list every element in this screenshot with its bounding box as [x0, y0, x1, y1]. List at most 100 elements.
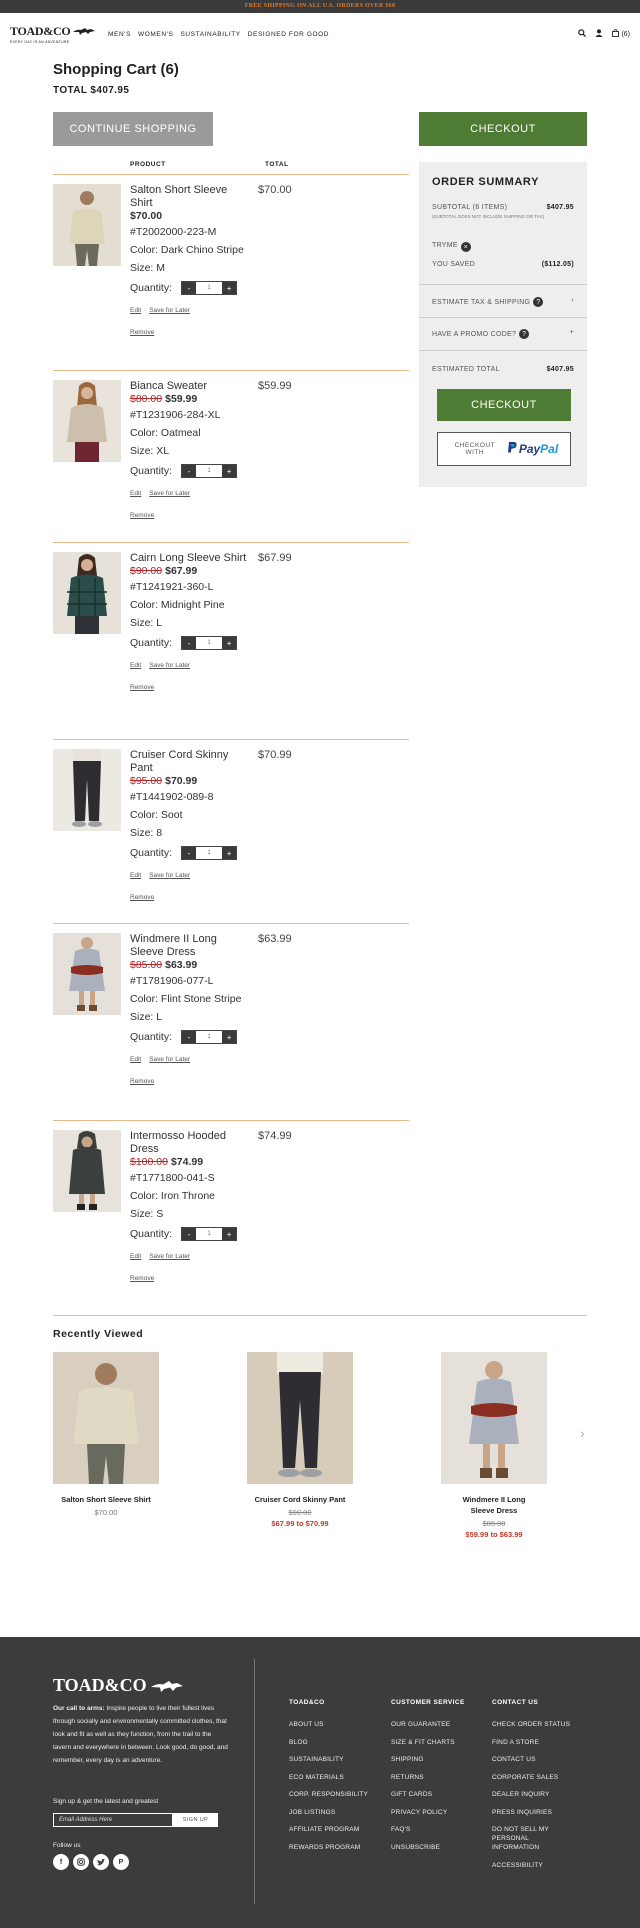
footer-logo[interactable]: TOAD&CO — [53, 1675, 183, 1696]
quantity-input[interactable]: 1 — [196, 282, 223, 294]
recently-viewed-item[interactable]: Windmere II Long Sleeve Dress $85.00 $59… — [424, 1352, 564, 1539]
product-name[interactable]: Bianca Sweater — [130, 380, 250, 393]
quantity-decrease-button[interactable]: - — [182, 282, 197, 294]
signup-button[interactable]: SIGN UP — [173, 1813, 218, 1827]
quantity-input[interactable]: 1 — [196, 637, 223, 649]
footer-link[interactable]: BLOG — [289, 1738, 389, 1747]
footer-link[interactable]: SIZE & FIT CHARTS — [391, 1738, 491, 1747]
nav-link-designed-for-good[interactable]: DESIGNED FOR GOOD — [248, 31, 329, 38]
product-image[interactable] — [441, 1352, 547, 1484]
continue-shopping-button[interactable]: CONTINUE SHOPPING — [53, 112, 213, 146]
quantity-decrease-button[interactable]: - — [182, 1228, 197, 1240]
quantity-input[interactable]: 1 — [196, 1031, 223, 1043]
brand-logo[interactable]: TOAD&CO EVERY DAY IS AN ADVENTURE — [10, 24, 96, 44]
quantity-input[interactable]: 1 — [196, 847, 223, 859]
footer-link[interactable]: CORPORATE SALES — [492, 1773, 572, 1782]
product-name[interactable]: Intermosso Hooded Dress — [130, 1130, 250, 1156]
footer-link[interactable]: PRIVACY POLICY — [391, 1808, 491, 1817]
footer-link[interactable]: OUR GUARANTEE — [391, 1720, 491, 1729]
edit-link[interactable]: Edit — [130, 487, 141, 500]
cart-link[interactable]: (6) — [612, 29, 630, 39]
checkout-button-top[interactable]: CHECKOUT — [419, 112, 587, 146]
product-image[interactable] — [247, 1352, 353, 1484]
nav-link-womens[interactable]: WOMEN'S — [138, 31, 173, 38]
product-image[interactable] — [53, 380, 121, 462]
remove-link[interactable]: Remove — [130, 681, 250, 694]
quantity-input[interactable]: 1 — [196, 1228, 223, 1240]
product-name[interactable]: Windmere II Long Sleeve Dress — [130, 933, 250, 959]
product-name[interactable]: Cruiser Cord Skinny Pant — [130, 749, 250, 775]
footer-link[interactable]: FAQ'S — [391, 1825, 491, 1834]
edit-link[interactable]: Edit — [130, 659, 141, 672]
footer-link[interactable]: CORP. RESPONSIBILITY — [289, 1790, 389, 1799]
quantity-decrease-button[interactable]: - — [182, 847, 197, 859]
checkout-button[interactable]: CHECKOUT — [437, 389, 571, 421]
quantity-increase-button[interactable]: + — [222, 1031, 237, 1043]
edit-link[interactable]: Edit — [130, 1250, 141, 1263]
help-icon[interactable]: ? — [519, 329, 530, 339]
footer-link[interactable]: JOB LISTINGS — [289, 1808, 389, 1817]
footer-link[interactable]: CONTACT US — [492, 1755, 572, 1764]
footer-link[interactable]: ABOUT US — [289, 1720, 389, 1729]
footer-link[interactable]: REWARDS PROGRAM — [289, 1843, 389, 1852]
footer-link[interactable]: DEALER INQUIRY — [492, 1790, 572, 1799]
recently-viewed-item[interactable]: Cruiser Cord Skinny Pant $90.00 $67.99 t… — [230, 1352, 370, 1528]
nav-link-sustainability[interactable]: SUSTAINABILITY — [180, 31, 240, 38]
save-for-later-link[interactable]: Save for Later — [149, 487, 190, 500]
remove-promo-icon[interactable]: × — [460, 242, 471, 252]
product-image[interactable] — [53, 749, 121, 831]
product-image[interactable] — [53, 1352, 159, 1484]
remove-link[interactable]: Remove — [130, 1075, 250, 1088]
footer-link[interactable]: FIND A STORE — [492, 1738, 572, 1747]
footer-link[interactable]: PRESS INQUIRIES — [492, 1808, 572, 1817]
footer-link[interactable]: GIFT CARDS — [391, 1790, 491, 1799]
quantity-increase-button[interactable]: + — [222, 847, 237, 859]
product-name[interactable]: Cairn Long Sleeve Shirt — [130, 552, 250, 565]
quantity-increase-button[interactable]: + — [222, 1228, 237, 1240]
account-icon[interactable] — [595, 29, 603, 39]
paypal-checkout-button[interactable]: CHECKOUT WITH PayPal — [437, 432, 571, 466]
twitter-icon[interactable] — [93, 1854, 109, 1870]
email-input[interactable]: Email Address Here — [53, 1813, 173, 1827]
save-for-later-link[interactable]: Save for Later — [149, 304, 190, 317]
footer-link[interactable]: UNSUBSCRIBE — [391, 1843, 491, 1852]
estimate-tax-toggle[interactable]: ESTIMATE TAX & SHIPPING? › — [432, 297, 574, 307]
product-image[interactable] — [53, 184, 121, 266]
footer-link[interactable]: ACCESSIBILITY — [492, 1861, 572, 1870]
remove-link[interactable]: Remove — [130, 326, 250, 339]
carousel-next-icon[interactable]: › — [580, 1425, 585, 1441]
save-for-later-link[interactable]: Save for Later — [149, 1053, 190, 1066]
edit-link[interactable]: Edit — [130, 304, 141, 317]
quantity-increase-button[interactable]: + — [222, 282, 237, 294]
remove-link[interactable]: Remove — [130, 1272, 250, 1285]
help-icon[interactable]: ? — [533, 297, 544, 307]
edit-link[interactable]: Edit — [130, 869, 141, 882]
footer-link[interactable]: ECO MATERIALS — [289, 1773, 389, 1782]
footer-link[interactable]: SHIPPING — [391, 1755, 491, 1764]
nav-link-mens[interactable]: MEN'S — [108, 31, 131, 38]
promo-code-toggle[interactable]: HAVE A PROMO CODE?? + — [432, 329, 574, 339]
footer-link[interactable]: RETURNS — [391, 1773, 491, 1782]
product-name[interactable]: Salton Short Sleeve Shirt — [130, 184, 250, 210]
save-for-later-link[interactable]: Save for Later — [149, 1250, 190, 1263]
footer-link[interactable]: SUSTAINABILITY — [289, 1755, 389, 1764]
footer-link[interactable]: AFFILIATE PROGRAM — [289, 1825, 389, 1834]
remove-link[interactable]: Remove — [130, 891, 250, 904]
facebook-icon[interactable]: f — [53, 1854, 69, 1870]
save-for-later-link[interactable]: Save for Later — [149, 869, 190, 882]
save-for-later-link[interactable]: Save for Later — [149, 659, 190, 672]
quantity-decrease-button[interactable]: - — [182, 1031, 197, 1043]
search-icon[interactable] — [578, 29, 587, 39]
footer-link[interactable]: DO NOT SELL MY PERSONAL INFORMATION — [492, 1825, 572, 1852]
edit-link[interactable]: Edit — [130, 1053, 141, 1066]
remove-link[interactable]: Remove — [130, 509, 250, 522]
footer-link[interactable]: CHECK ORDER STATUS — [492, 1720, 572, 1729]
product-image[interactable] — [53, 933, 121, 1015]
quantity-input[interactable]: 1 — [196, 465, 223, 477]
quantity-decrease-button[interactable]: - — [182, 465, 197, 477]
product-image[interactable] — [53, 552, 121, 634]
quantity-decrease-button[interactable]: - — [182, 637, 197, 649]
instagram-icon[interactable] — [73, 1854, 89, 1870]
quantity-increase-button[interactable]: + — [222, 637, 237, 649]
quantity-increase-button[interactable]: + — [222, 465, 237, 477]
